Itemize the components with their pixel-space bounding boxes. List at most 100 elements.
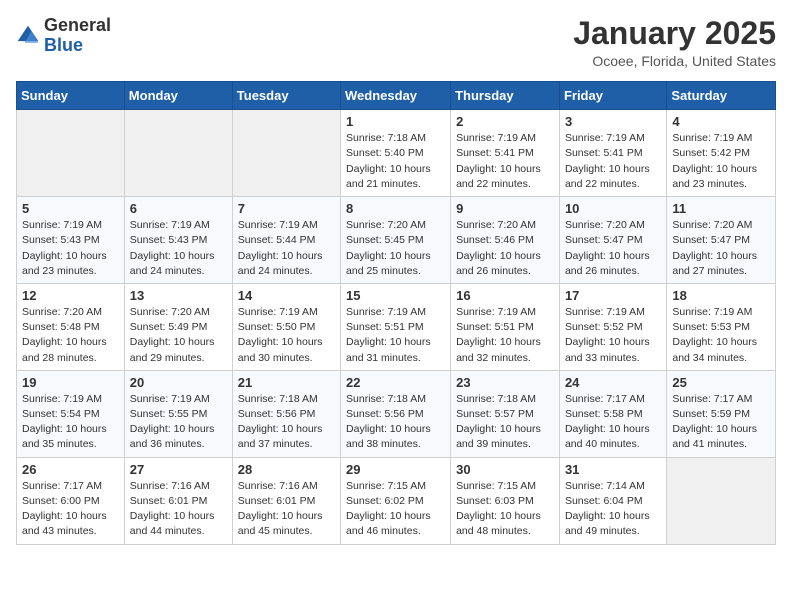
calendar-cell: 23 Sunrise: 7:18 AM Sunset: 5:57 PM Dayli… [451, 370, 560, 457]
day-number: 4 [672, 114, 770, 129]
calendar-cell: 20Sunrise: 7:19 AM Sunset: 5:55 PM Dayli… [124, 370, 232, 457]
calendar-cell: 14 Sunrise: 7:19 AM Sunset: 5:50 PM Dayli… [232, 283, 340, 370]
day-detail: Sunrise: 7:16 AM Sunset: 6:01 PM Dayligh… [238, 479, 335, 540]
calendar-table: SundayMondayTuesdayWednesdayThursdayFrid… [16, 81, 776, 544]
day-number: 7 [238, 201, 335, 216]
day-detail: Sunrise: 7:17 AM Sunset: 5:59 PM Dayligh… [672, 392, 770, 453]
day-detail: Sunrise: 7:19 AM Sunset: 5:42 PM Dayligh… [672, 131, 770, 192]
calendar-cell: 9 Sunrise: 7:20 AM Sunset: 5:46 PM Daylig… [451, 197, 560, 284]
day-detail: Sunrise: 7:18 AM Sunset: 5:40 PM Dayligh… [346, 131, 445, 192]
calendar-header-row: SundayMondayTuesdayWednesdayThursdayFrid… [17, 82, 776, 110]
day-header-tuesday: Tuesday [232, 82, 340, 110]
day-header-monday: Monday [124, 82, 232, 110]
logo-icon [16, 24, 40, 48]
day-detail: Sunrise: 7:19 AM Sunset: 5:51 PM Dayligh… [456, 305, 554, 366]
calendar-cell [124, 110, 232, 197]
day-detail: Sunrise: 7:20 AM Sunset: 5:48 PM Dayligh… [22, 305, 119, 366]
calendar-cell: 6 Sunrise: 7:19 AM Sunset: 5:43 PM Daylig… [124, 197, 232, 284]
logo-general-text: General [44, 15, 111, 35]
day-number: 31 [565, 462, 661, 477]
calendar-week-row: 12 Sunrise: 7:20 AM Sunset: 5:48 PM Dayli… [17, 283, 776, 370]
day-number: 26 [22, 462, 119, 477]
day-number: 3 [565, 114, 661, 129]
calendar-cell [17, 110, 125, 197]
calendar-cell: 27Sunrise: 7:16 AM Sunset: 6:01 PM Dayli… [124, 457, 232, 544]
day-detail: Sunrise: 7:19 AM Sunset: 5:41 PM Dayligh… [565, 131, 661, 192]
calendar-cell: 25Sunrise: 7:17 AM Sunset: 5:59 PM Dayli… [667, 370, 776, 457]
calendar-cell: 5 Sunrise: 7:19 AM Sunset: 5:43 PM Daylig… [17, 197, 125, 284]
day-detail: Sunrise: 7:17 AM Sunset: 5:58 PM Dayligh… [565, 392, 661, 453]
day-detail: Sunrise: 7:20 AM Sunset: 5:45 PM Dayligh… [346, 218, 445, 279]
day-detail: Sunrise: 7:18 AM Sunset: 5:57 PM Dayligh… [456, 392, 554, 453]
day-number: 15 [346, 288, 445, 303]
day-number: 6 [130, 201, 227, 216]
day-header-thursday: Thursday [451, 82, 560, 110]
day-number: 30 [456, 462, 554, 477]
calendar-cell: 1 Sunrise: 7:18 AM Sunset: 5:40 PM Daylig… [341, 110, 451, 197]
day-detail: Sunrise: 7:19 AM Sunset: 5:51 PM Dayligh… [346, 305, 445, 366]
calendar-cell: 3 Sunrise: 7:19 AM Sunset: 5:41 PM Daylig… [559, 110, 666, 197]
day-detail: Sunrise: 7:20 AM Sunset: 5:49 PM Dayligh… [130, 305, 227, 366]
day-number: 21 [238, 375, 335, 390]
day-number: 17 [565, 288, 661, 303]
day-detail: Sunrise: 7:20 AM Sunset: 5:46 PM Dayligh… [456, 218, 554, 279]
calendar-week-row: 5 Sunrise: 7:19 AM Sunset: 5:43 PM Daylig… [17, 197, 776, 284]
calendar-cell: 4 Sunrise: 7:19 AM Sunset: 5:42 PM Daylig… [667, 110, 776, 197]
day-detail: Sunrise: 7:19 AM Sunset: 5:50 PM Dayligh… [238, 305, 335, 366]
day-number: 10 [565, 201, 661, 216]
day-number: 5 [22, 201, 119, 216]
calendar-cell: 17 Sunrise: 7:19 AM Sunset: 5:52 PM Dayli… [559, 283, 666, 370]
title-block: January 2025 Ocoee, Florida, United Stat… [573, 16, 776, 69]
day-header-wednesday: Wednesday [341, 82, 451, 110]
day-detail: Sunrise: 7:14 AM Sunset: 6:04 PM Dayligh… [565, 479, 661, 540]
calendar-cell: 18 Sunrise: 7:19 AM Sunset: 5:53 PM Dayli… [667, 283, 776, 370]
day-header-saturday: Saturday [667, 82, 776, 110]
day-number: 11 [672, 201, 770, 216]
calendar-cell: 8Sunrise: 7:20 AM Sunset: 5:45 PM Daylig… [341, 197, 451, 284]
logo-blue-text: Blue [44, 35, 83, 55]
day-number: 19 [22, 375, 119, 390]
calendar-cell: 31 Sunrise: 7:14 AM Sunset: 6:04 PM Dayli… [559, 457, 666, 544]
day-number: 2 [456, 114, 554, 129]
day-number: 14 [238, 288, 335, 303]
calendar-cell: 10 Sunrise: 7:20 AM Sunset: 5:47 PM Dayli… [559, 197, 666, 284]
day-detail: Sunrise: 7:19 AM Sunset: 5:53 PM Dayligh… [672, 305, 770, 366]
day-detail: Sunrise: 7:20 AM Sunset: 5:47 PM Dayligh… [565, 218, 661, 279]
calendar-cell [667, 457, 776, 544]
day-detail: Sunrise: 7:15 AM Sunset: 6:02 PM Dayligh… [346, 479, 445, 540]
day-detail: Sunrise: 7:19 AM Sunset: 5:43 PM Dayligh… [130, 218, 227, 279]
page-header: General Blue January 2025 Ocoee, Florida… [16, 16, 776, 69]
calendar-week-row: 19 Sunrise: 7:19 AM Sunset: 5:54 PM Dayli… [17, 370, 776, 457]
logo-text: General Blue [44, 16, 111, 56]
day-number: 18 [672, 288, 770, 303]
calendar-cell: 2Sunrise: 7:19 AM Sunset: 5:41 PM Daylig… [451, 110, 560, 197]
calendar-cell: 22Sunrise: 7:18 AM Sunset: 5:56 PM Dayli… [341, 370, 451, 457]
calendar-cell: 19 Sunrise: 7:19 AM Sunset: 5:54 PM Dayli… [17, 370, 125, 457]
day-number: 29 [346, 462, 445, 477]
day-detail: Sunrise: 7:18 AM Sunset: 5:56 PM Dayligh… [346, 392, 445, 453]
day-number: 24 [565, 375, 661, 390]
day-number: 23 [456, 375, 554, 390]
day-detail: Sunrise: 7:19 AM Sunset: 5:43 PM Dayligh… [22, 218, 119, 279]
calendar-cell: 29 Sunrise: 7:15 AM Sunset: 6:02 PM Dayli… [341, 457, 451, 544]
calendar-cell: 28 Sunrise: 7:16 AM Sunset: 6:01 PM Dayli… [232, 457, 340, 544]
day-detail: Sunrise: 7:19 AM Sunset: 5:52 PM Dayligh… [565, 305, 661, 366]
day-header-sunday: Sunday [17, 82, 125, 110]
calendar-cell: 11Sunrise: 7:20 AM Sunset: 5:47 PM Dayli… [667, 197, 776, 284]
location-subtitle: Ocoee, Florida, United States [573, 53, 776, 69]
day-detail: Sunrise: 7:19 AM Sunset: 5:54 PM Dayligh… [22, 392, 119, 453]
calendar-week-row: 26Sunrise: 7:17 AM Sunset: 6:00 PM Dayli… [17, 457, 776, 544]
day-number: 12 [22, 288, 119, 303]
day-detail: Sunrise: 7:15 AM Sunset: 6:03 PM Dayligh… [456, 479, 554, 540]
calendar-cell: 16Sunrise: 7:19 AM Sunset: 5:51 PM Dayli… [451, 283, 560, 370]
calendar-cell [232, 110, 340, 197]
day-detail: Sunrise: 7:18 AM Sunset: 5:56 PM Dayligh… [238, 392, 335, 453]
day-detail: Sunrise: 7:19 AM Sunset: 5:44 PM Dayligh… [238, 218, 335, 279]
day-number: 9 [456, 201, 554, 216]
calendar-week-row: 1 Sunrise: 7:18 AM Sunset: 5:40 PM Daylig… [17, 110, 776, 197]
calendar-cell: 21 Sunrise: 7:18 AM Sunset: 5:56 PM Dayli… [232, 370, 340, 457]
day-number: 27 [130, 462, 227, 477]
day-number: 1 [346, 114, 445, 129]
day-number: 28 [238, 462, 335, 477]
calendar-cell: 24 Sunrise: 7:17 AM Sunset: 5:58 PM Dayli… [559, 370, 666, 457]
